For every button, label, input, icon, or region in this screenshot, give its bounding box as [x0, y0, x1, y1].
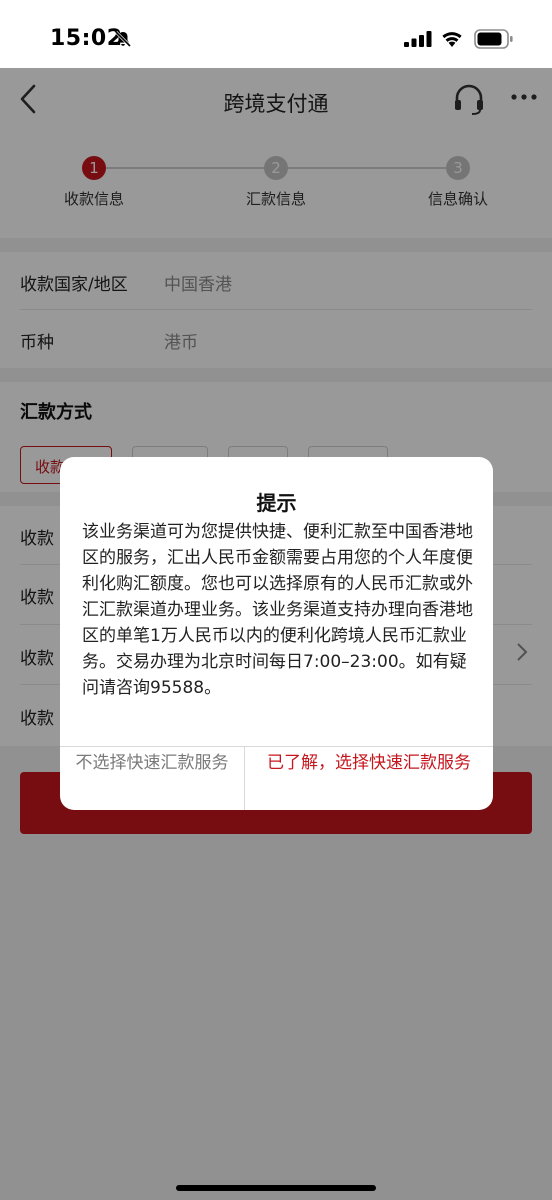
battery-icon	[474, 29, 513, 49]
status-bar: 15:02	[0, 0, 552, 68]
dialog-message: 该业务渠道可为您提供快捷、便利汇款至中国香港地区的服务，汇出人民币金额需要占用您…	[82, 522, 473, 698]
cellular-signal-icon	[404, 31, 432, 47]
tip-dialog: 提示 该业务渠道可为您提供快捷、便利汇款至中国香港地区的服务，汇出人民币金额需要…	[60, 457, 493, 810]
home-indicator	[176, 1185, 376, 1191]
page: 15:02 跨境支付通 1 收款信息 2 汇款信息 3 信息确认 收款国家/地区…	[0, 0, 552, 1200]
dialog-title: 提示	[256, 491, 297, 515]
bell-off-icon	[114, 30, 132, 48]
accept-fast-remittance-button[interactable]: 已了解，选择快速汇款服务	[245, 747, 493, 810]
status-time: 15:02	[50, 26, 123, 51]
decline-fast-remittance-button[interactable]: 不选择快速汇款服务	[60, 747, 244, 810]
wifi-icon	[442, 32, 462, 47]
